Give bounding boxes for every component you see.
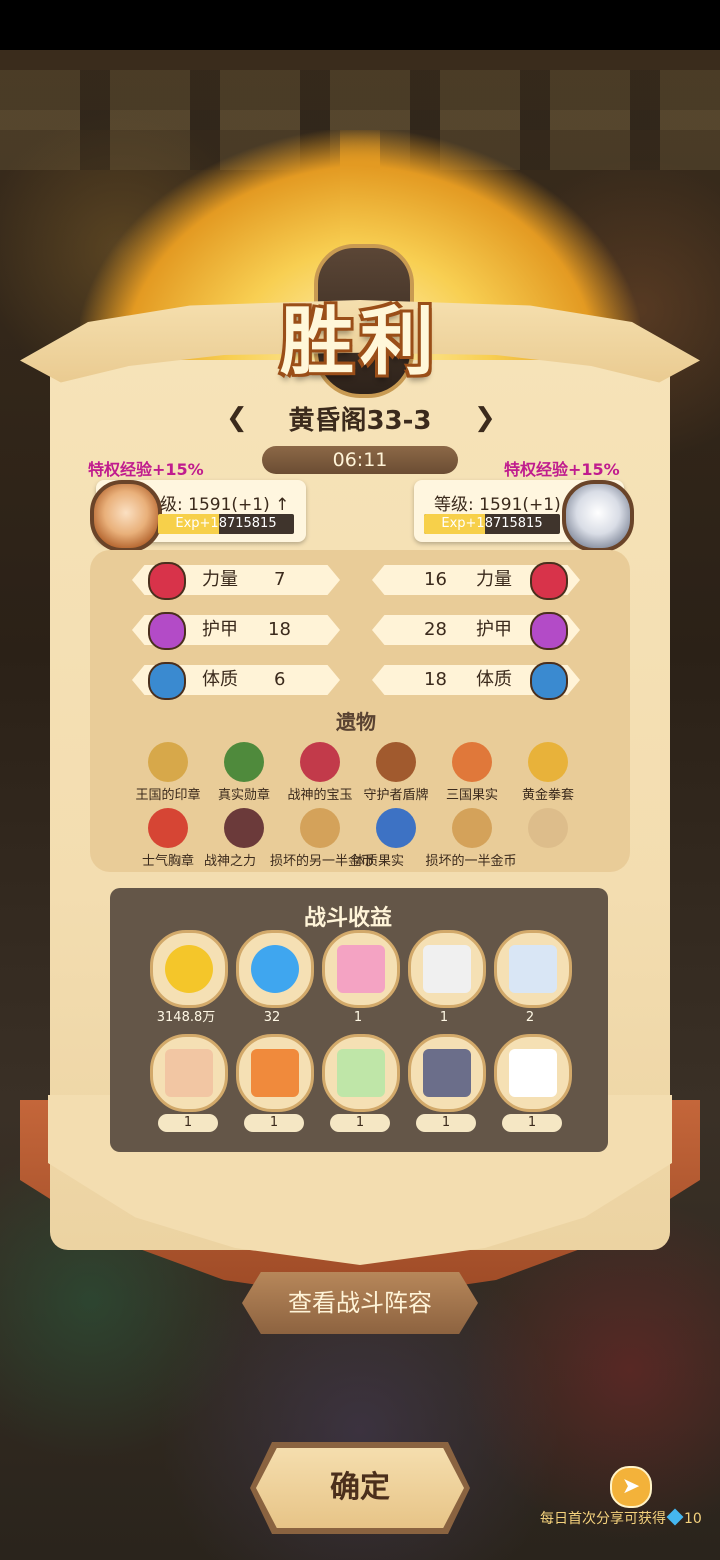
reward-slot[interactable] [494, 930, 572, 1008]
reward-slot[interactable] [494, 1034, 572, 1112]
mole-card-icon [423, 1049, 471, 1097]
share-reward-hint: 每日首次分享可获得 10 [540, 1508, 702, 1528]
reward-slot[interactable] [408, 930, 486, 1008]
right-player-avatar[interactable] [562, 480, 634, 552]
stat-value: 18 [268, 619, 291, 640]
level-up-arrow-icon: ↑ [275, 495, 290, 515]
stat-name: 力量 [202, 569, 238, 590]
reward-slot[interactable] [150, 1034, 228, 1112]
confirm-button[interactable]: 确定 [256, 1448, 464, 1528]
stat-value: 28 [424, 619, 447, 640]
reward-count: 3148.8万 [156, 1010, 216, 1025]
blueberry-icon[interactable] [376, 808, 416, 848]
right-exp-bonus: 特权经验+15% [504, 460, 620, 479]
shield-icon[interactable] [376, 742, 416, 782]
reward-count: 1 [330, 1114, 390, 1132]
seal-icon[interactable] [148, 742, 188, 782]
stat-name: 力量 [476, 569, 512, 590]
leaf-spirit-card-icon [337, 1049, 385, 1097]
stage-name: 黄昏阁33-3 [288, 406, 432, 436]
strength-fist-icon [148, 562, 186, 600]
reward-slot[interactable] [322, 930, 400, 1008]
left-player-level: 级: 1591(+1) ↑ [160, 495, 290, 515]
armor-shield-icon [148, 612, 186, 650]
empty-relic-slot [528, 808, 568, 848]
gauntlet-icon[interactable] [528, 742, 568, 782]
left-player-avatar[interactable] [90, 480, 162, 552]
gold-gem-icon [165, 945, 213, 993]
diamond-icon [251, 945, 299, 993]
reward-slot[interactable] [322, 1034, 400, 1112]
relic-label: 战神之力 [204, 854, 257, 869]
stat-value: 16 [424, 569, 447, 590]
relics-title: 遗物 [336, 710, 376, 734]
coin-half-2-icon[interactable] [452, 808, 492, 848]
left-exp-text: Exp+18715815 [175, 516, 277, 531]
stat-name: 体质 [476, 669, 512, 690]
strength-fist-icon [530, 562, 568, 600]
relic-label: 黄金拳套 [521, 788, 574, 803]
fruit-icon[interactable] [452, 742, 492, 782]
ice-warrior-card-icon [509, 945, 557, 993]
reward-count: 1 [502, 1114, 562, 1132]
white-beast-card-icon [423, 945, 471, 993]
stat-name: 护甲 [476, 619, 512, 640]
reward-slot[interactable] [236, 1034, 314, 1112]
reward-count: 2 [525, 1010, 535, 1025]
coin-half-icon[interactable] [300, 808, 340, 848]
view-team-button[interactable]: 查看战斗阵容 [242, 1272, 478, 1334]
share-arrow-icon: ➤ [621, 1474, 641, 1499]
right-exp-text: Exp+18715815 [441, 516, 543, 531]
reward-count: 1 [158, 1114, 218, 1132]
share-amount: 10 [684, 1511, 702, 1527]
reward-count: 1 [416, 1114, 476, 1132]
relic-label: 损坏的一半金币 [425, 854, 517, 869]
reward-count: 1 [353, 1010, 363, 1025]
victory-title: 胜利 [280, 299, 440, 385]
reward-count: 1 [439, 1010, 449, 1025]
right-player-level: 等级: 1591(+1) [434, 495, 561, 515]
rewards-title: 战斗收益 [304, 906, 393, 931]
constitution-heart-icon [530, 662, 568, 700]
next-stage-arrow-icon[interactable]: ❯ [474, 403, 496, 433]
share-button[interactable]: ➤ [610, 1466, 652, 1508]
battle-timer: 06:11 [262, 446, 458, 474]
jade-icon[interactable] [300, 742, 340, 782]
pink-pig-card-icon [337, 945, 385, 993]
reward-count: 32 [263, 1010, 281, 1025]
constitution-heart-icon [148, 662, 186, 700]
stage-header: 黄昏阁33-3 [0, 400, 720, 440]
reward-slot[interactable] [408, 1034, 486, 1112]
armor-shield-icon [530, 612, 568, 650]
reward-slot[interactable] [150, 930, 228, 1008]
bowl-icon[interactable] [224, 808, 264, 848]
stat-value: 6 [274, 669, 286, 690]
left-exp-bar: Exp+18715815 [158, 514, 294, 534]
reward-slot[interactable] [236, 930, 314, 1008]
badge-icon[interactable] [148, 808, 188, 848]
stat-value: 18 [424, 669, 447, 690]
stat-name: 护甲 [202, 619, 238, 640]
dwarf-card-icon [165, 1049, 213, 1097]
relic-label: 士气胸章 [141, 854, 194, 869]
fire-dragon-card-icon [251, 1049, 299, 1097]
reward-count: 1 [244, 1114, 304, 1132]
share-text: 每日首次分享可获得 [540, 1511, 666, 1527]
left-exp-bonus: 特权经验+15% [88, 460, 204, 479]
medal-icon[interactable] [224, 742, 264, 782]
stat-name: 体质 [202, 669, 238, 690]
diamond-icon [666, 1508, 684, 1526]
relic-label: 体质果实 [352, 854, 405, 869]
stat-value: 7 [274, 569, 286, 590]
white-cube-card-icon [509, 1049, 557, 1097]
right-exp-bar: Exp+18715815 [424, 514, 560, 534]
